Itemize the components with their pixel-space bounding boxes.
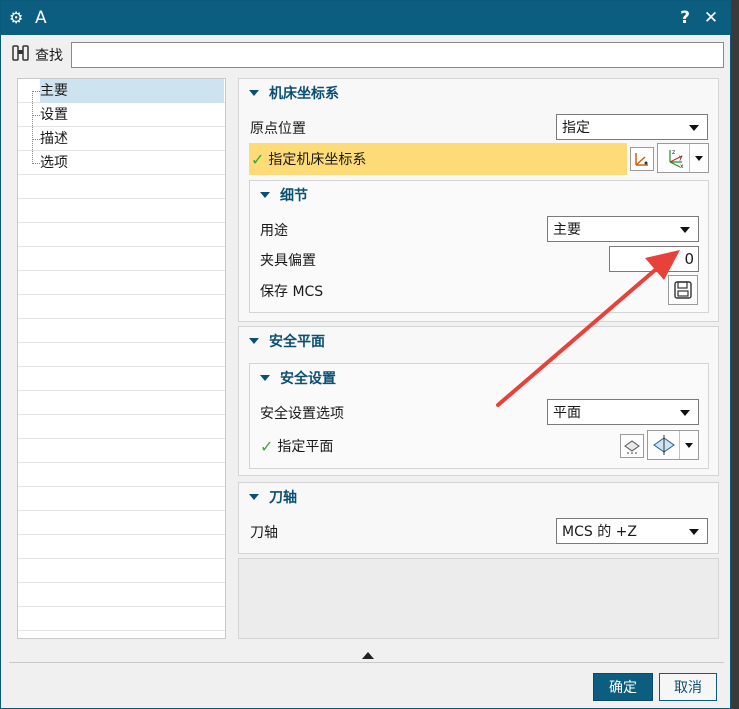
help-button[interactable]: ? — [674, 8, 696, 28]
csys-type-dropdown[interactable]: zyx — [657, 143, 709, 173]
section-header-safe-plane[interactable]: 安全平面 — [239, 327, 718, 355]
tool-axis-dropdown[interactable]: MCS 的 +Z — [556, 518, 708, 544]
dialog-window: ⚙ A ? ✕ 查找 主要 设置 描述 选项 机床坐标系 原点位置 指定 ✓ 指… — [0, 0, 731, 709]
collapse-triangle-icon — [260, 375, 270, 381]
search-row: 查找 — [11, 41, 724, 69]
safe-option-label: 安全设置选项 — [260, 406, 344, 422]
title-bar: ⚙ A ? ✕ — [1, 1, 730, 35]
ok-button[interactable]: 确定 — [593, 673, 653, 701]
save-mcs-label: 保存 MCS — [260, 284, 324, 300]
svg-text:y: y — [679, 154, 683, 161]
collapse-triangle-icon — [249, 90, 259, 96]
chevron-down-icon — [680, 431, 698, 459]
close-button[interactable]: ✕ — [700, 8, 722, 28]
tree-item-options[interactable]: 选项 — [40, 151, 224, 175]
section-safe-plane: 安全平面 安全设置 安全设置选项 平面 ✓ 指定平面 — [238, 326, 719, 476]
panel-empty-area — [238, 558, 719, 639]
svg-text:z: z — [672, 149, 675, 156]
plane-dialog-icon[interactable] — [620, 434, 644, 458]
collapse-triangle-icon — [249, 494, 259, 500]
purpose-dropdown[interactable]: 主要 — [547, 216, 699, 242]
binoculars-icon — [11, 44, 33, 67]
chevron-down-icon — [680, 410, 690, 416]
search-input[interactable] — [71, 42, 724, 68]
tree-item-main[interactable]: 主要 — [40, 79, 224, 103]
navigation-tree: 主要 设置 描述 选项 — [17, 78, 226, 639]
csys-dialog-icon[interactable] — [630, 147, 654, 171]
tree-item-settings[interactable]: 设置 — [40, 103, 224, 127]
check-icon: ✓ — [260, 436, 274, 456]
floppy-icon — [674, 281, 692, 299]
origin-label: 原点位置 — [250, 121, 306, 137]
search-label: 查找 — [35, 48, 63, 64]
origin-dropdown[interactable]: 指定 — [556, 114, 708, 140]
chevron-down-icon — [690, 144, 708, 172]
gear-icon[interactable]: ⚙ — [9, 9, 27, 27]
plane-icon — [648, 431, 680, 459]
specify-plane-row: ✓ 指定平面 — [260, 436, 334, 456]
safe-option-dropdown[interactable]: 平面 — [547, 399, 699, 425]
chevron-down-icon — [689, 529, 699, 535]
fixture-offset-input[interactable]: 0 — [609, 246, 699, 272]
save-mcs-button[interactable] — [668, 275, 698, 305]
section-machine-csys: 机床坐标系 原点位置 指定 ✓ 指定机床坐标系 zyx 细节 用途 主要 夹具偏… — [238, 78, 719, 322]
subsection-details: 细节 用途 主要 夹具偏置 0 保存 MCS — [249, 180, 709, 313]
chevron-down-icon — [680, 227, 690, 233]
check-icon: ✓ — [251, 149, 265, 169]
footer-divider — [9, 662, 724, 663]
purpose-label: 用途 — [260, 223, 288, 239]
section-header-safe-settings[interactable]: 安全设置 — [250, 364, 708, 392]
collapse-up-icon[interactable] — [362, 652, 374, 659]
subsection-safe-settings: 安全设置 安全设置选项 平面 ✓ 指定平面 — [249, 363, 709, 469]
section-header-tool-axis[interactable]: 刀轴 — [239, 483, 718, 511]
section-header-machine-csys[interactable]: 机床坐标系 — [239, 79, 718, 107]
specify-csys-row[interactable]: ✓ 指定机床坐标系 — [249, 143, 627, 175]
cancel-button[interactable]: 取消 — [659, 673, 717, 701]
plane-type-dropdown[interactable] — [647, 430, 699, 460]
section-tool-axis: 刀轴 刀轴 MCS 的 +Z — [238, 482, 719, 554]
csys-axes-icon: zyx — [658, 144, 690, 172]
tree-item-description[interactable]: 描述 — [40, 127, 224, 151]
tool-axis-label: 刀轴 — [250, 525, 278, 541]
collapse-triangle-icon — [260, 192, 270, 198]
chevron-down-icon — [689, 125, 699, 131]
collapse-triangle-icon — [249, 338, 259, 344]
window-title: A — [35, 8, 47, 28]
background-edge — [731, 0, 739, 709]
fixture-offset-label: 夹具偏置 — [260, 253, 316, 269]
section-header-details[interactable]: 细节 — [250, 181, 708, 209]
svg-text:x: x — [680, 163, 684, 170]
